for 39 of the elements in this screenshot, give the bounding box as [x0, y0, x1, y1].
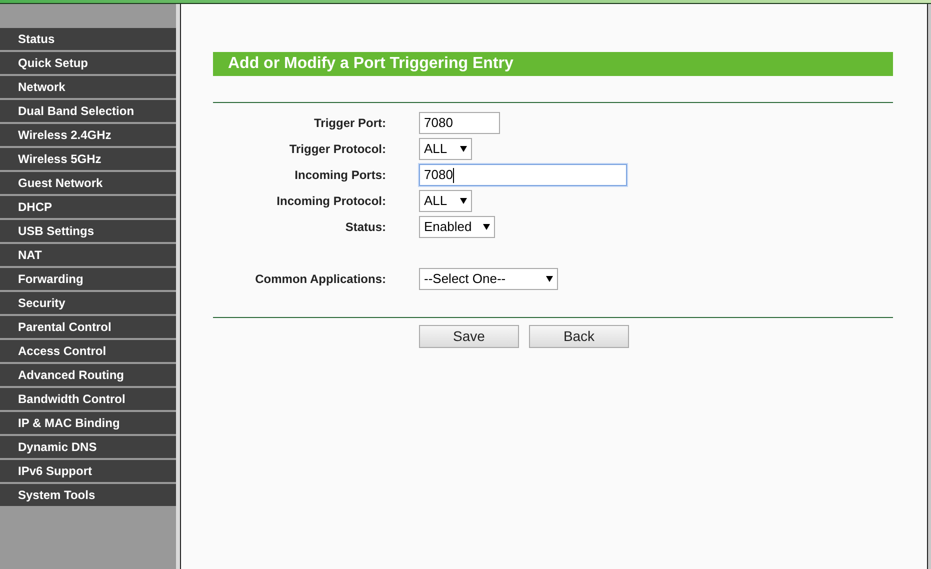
sidebar-item[interactable]: Security [0, 292, 176, 314]
sidebar-item[interactable]: Advanced Routing [0, 364, 176, 386]
input-field[interactable]: 7080 [419, 164, 627, 186]
form-button[interactable]: Save [419, 325, 519, 348]
field-label: Incoming Protocol: [276, 193, 387, 210]
field-label: Common Applications: [254, 271, 387, 288]
caret-icon [460, 146, 467, 152]
sidebar-item[interactable]: Network [0, 76, 176, 98]
field-label: Trigger Protocol: [288, 141, 387, 158]
caret-icon [546, 276, 553, 282]
field-label: Status: [344, 219, 387, 236]
sidebar-item[interactable]: Quick Setup [0, 52, 176, 74]
dropdown[interactable]: --Select One-- [419, 268, 558, 290]
dropdown[interactable]: ALL [419, 138, 472, 160]
dropdown[interactable]: ALL [419, 190, 472, 212]
sidebar-item[interactable]: Forwarding [0, 268, 176, 290]
caret-icon [460, 198, 467, 204]
sidebar-item[interactable]: IP & MAC Binding [0, 412, 176, 434]
sidebar-item[interactable]: NAT [0, 244, 176, 266]
sidebar-item[interactable]: USB Settings [0, 220, 176, 242]
sidebar-item[interactable]: Wireless 5GHz [0, 148, 176, 170]
sidebar-item[interactable]: DHCP [0, 196, 176, 218]
section-header: Add or Modify a Port Triggering Entry [213, 52, 893, 76]
field-label: Trigger Port: [312, 115, 387, 132]
sidebar-item[interactable]: Dynamic DNS [0, 436, 176, 458]
sidebar-item[interactable]: Status [0, 28, 176, 50]
sidebar-item[interactable]: Access Control [0, 340, 176, 362]
field-label: Incoming Ports: [294, 167, 387, 184]
caret-icon [483, 224, 490, 230]
sidebar-item[interactable]: System Tools [0, 484, 176, 506]
dropdown[interactable]: Enabled [419, 216, 495, 238]
sidebar-item[interactable]: Parental Control [0, 316, 176, 338]
sidebar-item[interactable]: Wireless 2.4GHz [0, 124, 176, 146]
sidebar-item[interactable]: Guest Network [0, 172, 176, 194]
input-field[interactable]: 7080 [419, 112, 500, 134]
sidebar-item[interactable]: IPv6 Support [0, 460, 176, 482]
sidebar-item[interactable]: Bandwidth Control [0, 388, 176, 410]
form-button[interactable]: Back [529, 325, 629, 348]
sidebar-item[interactable]: Dual Band Selection [0, 100, 176, 122]
